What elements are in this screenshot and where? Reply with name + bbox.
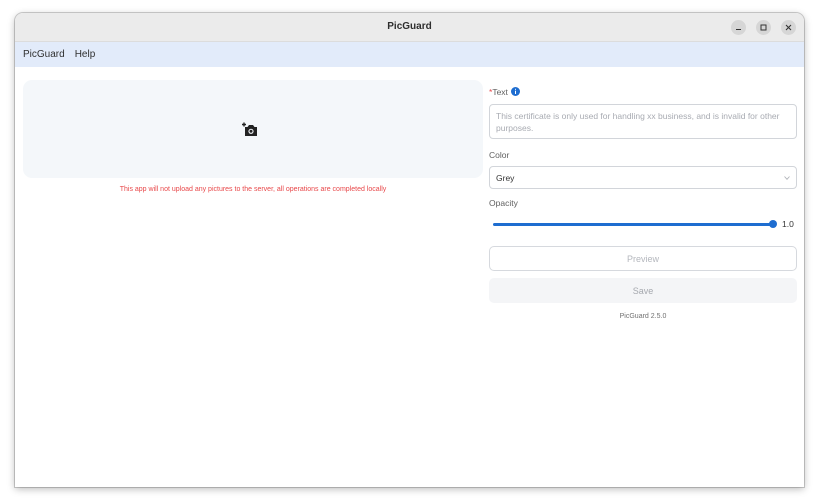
text-label: Text — [492, 87, 508, 97]
minimize-icon — [736, 29, 741, 30]
window-title: PicGuard — [387, 21, 432, 32]
opacity-slider-thumb[interactable] — [769, 220, 777, 228]
text-label-row: *Text — [489, 87, 520, 97]
close-icon — [785, 24, 792, 31]
menu-bar: PicGuard Help — [15, 42, 804, 67]
maximize-button[interactable] — [756, 20, 771, 35]
add-photo-icon — [242, 122, 257, 136]
color-select[interactable]: Grey — [489, 166, 797, 189]
color-label: Color — [489, 150, 510, 160]
chevron-down-icon — [784, 175, 790, 180]
close-button[interactable] — [781, 20, 796, 35]
opacity-label: Opacity — [489, 198, 518, 208]
color-select-value: Grey — [496, 172, 515, 183]
image-upload-area[interactable] — [23, 80, 483, 178]
maximize-icon — [760, 24, 767, 31]
minimize-button[interactable] — [731, 20, 746, 35]
privacy-notice: This app will not upload any pictures to… — [119, 186, 387, 193]
menu-help[interactable]: Help — [65, 49, 96, 60]
app-version: PicGuard 2.5.0 — [619, 313, 667, 320]
menu-picguard[interactable]: PicGuard — [15, 49, 65, 60]
title-bar[interactable]: PicGuard — [15, 13, 804, 42]
app-window: PicGuard PicGuard Help This app will not… — [15, 13, 804, 487]
watermark-text-input[interactable]: This certificate is only used for handli… — [489, 104, 797, 139]
save-button[interactable]: Save — [489, 278, 797, 303]
preview-button[interactable]: Preview — [489, 246, 797, 271]
info-icon[interactable] — [510, 87, 520, 96]
opacity-slider-track[interactable] — [493, 223, 775, 226]
opacity-value: 1.0 — [782, 219, 794, 229]
